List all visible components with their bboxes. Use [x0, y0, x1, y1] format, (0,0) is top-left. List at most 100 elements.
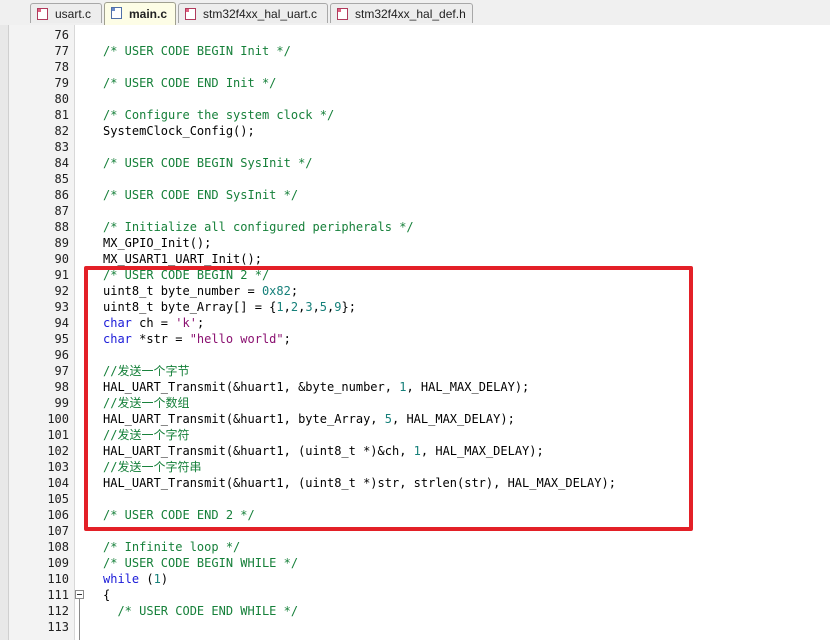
code-text: SystemClock_Config(); [103, 124, 255, 138]
code-line[interactable]: 107 [0, 523, 830, 539]
code-text: //发送一个数组 [103, 396, 190, 410]
code-line[interactable]: 92 uint8_t byte_number = 0x82; [0, 283, 830, 299]
code-text: char ch = 'k'; [103, 316, 205, 330]
line-number: 109 [47, 556, 69, 570]
code-line[interactable]: 83 [0, 139, 830, 155]
c-file-icon [185, 8, 196, 20]
line-number: 78 [54, 60, 69, 74]
line-number: 98 [54, 380, 69, 394]
code-line[interactable]: 109 /* USER CODE BEGIN WHILE */ [0, 555, 830, 571]
code-line[interactable]: 108 /* Infinite loop */ [0, 539, 830, 555]
code-line[interactable]: 104 HAL_UART_Transmit(&huart1, (uint8_t *… [0, 475, 830, 491]
code-line[interactable]: 111 { [0, 587, 830, 603]
code-text: /* USER CODE END 2 */ [103, 508, 255, 522]
line-number: 88 [54, 220, 69, 234]
code-line[interactable]: 88 /* Initialize all configured periphera… [0, 219, 830, 235]
code-line[interactable]: 101 //发送一个字符 [0, 427, 830, 443]
tab-stm32f4xx-hal-uart-c[interactable]: stm32f4xx_hal_uart.c [178, 3, 328, 23]
c-file-icon [111, 7, 122, 19]
line-number: 105 [47, 492, 69, 506]
code-line[interactable]: 103 //发送一个字符串 [0, 459, 830, 475]
code-text: while (1) [103, 572, 169, 586]
tab-label: stm32f4xx_hal_def.h [355, 7, 466, 21]
code-line[interactable]: 82 SystemClock_Config(); [0, 123, 830, 139]
line-number: 96 [54, 348, 69, 362]
line-number: 82 [54, 124, 69, 138]
code-line[interactable]: 105 [0, 491, 830, 507]
code-text: HAL_UART_Transmit(&huart1, (uint8_t *)st… [103, 476, 616, 490]
code-line[interactable]: 90 MX_USART1_UART_Init(); [0, 251, 830, 267]
code-editor[interactable]: 76 77 /* USER CODE BEGIN Init */ 78 79 /* USE… [0, 25, 830, 640]
code-line[interactable]: 80 [0, 91, 830, 107]
line-number: 99 [54, 396, 69, 410]
code-text: MX_USART1_UART_Init(); [103, 252, 262, 266]
code-text: MX_GPIO_Init(); [103, 236, 212, 250]
code-text: HAL_UART_Transmit(&huart1, &byte_number,… [103, 380, 530, 394]
line-number: 86 [54, 188, 69, 202]
code-text: //发送一个字符 [103, 428, 190, 442]
line-number: 111 [47, 588, 69, 602]
code-line[interactable]: 102 HAL_UART_Transmit(&huart1, (uint8_t *… [0, 443, 830, 459]
line-number: 87 [54, 204, 69, 218]
code-line[interactable]: 100 HAL_UART_Transmit(&huart1, byte_Array… [0, 411, 830, 427]
code-line[interactable]: 97 //发送一个字节 [0, 363, 830, 379]
line-number: 83 [54, 140, 69, 154]
line-number: 100 [47, 412, 69, 426]
line-number: 79 [54, 76, 69, 90]
line-number: 95 [54, 332, 69, 346]
code-text: { [103, 588, 111, 602]
line-number: 93 [54, 300, 69, 314]
tab-label: main.c [129, 7, 168, 21]
line-number: 77 [54, 44, 69, 58]
code-line[interactable]: 96 [0, 347, 830, 363]
code-line[interactable]: 93 uint8_t byte_Array[] = {1,2,3,5,9}; [0, 299, 830, 315]
code-line[interactable]: 99 //发送一个数组 [0, 395, 830, 411]
line-number: 102 [47, 444, 69, 458]
code-line[interactable]: 106 /* USER CODE END 2 */ [0, 507, 830, 523]
code-line[interactable]: 91 /* USER CODE BEGIN 2 */ [0, 267, 830, 283]
code-text: /* USER CODE END WHILE */ [103, 604, 299, 618]
line-number: 94 [54, 316, 69, 330]
code-text: HAL_UART_Transmit(&huart1, (uint8_t *)&c… [103, 444, 544, 458]
code-line[interactable]: 112 /* USER CODE END WHILE */ [0, 603, 830, 619]
code-text: /* USER CODE BEGIN Init */ [103, 44, 291, 58]
tab-stm32f4xx-hal-def-h[interactable]: stm32f4xx_hal_def.h [330, 3, 473, 23]
line-number: 80 [54, 92, 69, 106]
line-number: 106 [47, 508, 69, 522]
line-number: 107 [47, 524, 69, 538]
line-number: 91 [54, 268, 69, 282]
code-text: /* USER CODE BEGIN 2 */ [103, 268, 270, 282]
code-line[interactable]: 85 [0, 171, 830, 187]
code-text: /* Initialize all configured peripherals… [103, 220, 414, 234]
h-file-icon [337, 8, 348, 20]
line-number: 101 [47, 428, 69, 442]
code-text: //发送一个字符串 [103, 460, 202, 474]
c-file-icon [37, 8, 48, 20]
code-text: /* USER CODE BEGIN SysInit */ [103, 156, 313, 170]
code-line[interactable]: 78 [0, 59, 830, 75]
code-line[interactable]: 95 char *str = "hello world"; [0, 331, 830, 347]
file-tab-bar: usart.c main.c stm32f4xx_hal_uart.c stm3… [0, 0, 830, 26]
code-line[interactable]: 89 MX_GPIO_Init(); [0, 235, 830, 251]
code-line[interactable]: 84 /* USER CODE BEGIN SysInit */ [0, 155, 830, 171]
code-line[interactable]: 94 char ch = 'k'; [0, 315, 830, 331]
code-line[interactable]: 110 while (1) [0, 571, 830, 587]
tab-label: stm32f4xx_hal_uart.c [203, 7, 318, 21]
code-text: /* USER CODE END Init */ [103, 76, 277, 90]
code-text: uint8_t byte_Array[] = {1,2,3,5,9}; [103, 300, 356, 314]
tab-main-c[interactable]: main.c [104, 2, 176, 25]
tab-usart-c[interactable]: usart.c [30, 3, 102, 23]
code-line[interactable]: 113 [0, 619, 830, 635]
code-line[interactable]: 86 /* USER CODE END SysInit */ [0, 187, 830, 203]
code-line[interactable]: 79 /* USER CODE END Init */ [0, 75, 830, 91]
line-number: 90 [54, 252, 69, 266]
fold-collapse-icon[interactable] [75, 590, 84, 599]
tab-label: usart.c [55, 7, 92, 21]
code-line[interactable]: 76 [0, 27, 830, 43]
code-text: /* Infinite loop */ [103, 540, 241, 554]
line-number: 97 [54, 364, 69, 378]
code-line[interactable]: 87 [0, 203, 830, 219]
code-line[interactable]: 81 /* Configure the system clock */ [0, 107, 830, 123]
code-line[interactable]: 77 /* USER CODE BEGIN Init */ [0, 43, 830, 59]
code-line[interactable]: 98 HAL_UART_Transmit(&huart1, &byte_numbe… [0, 379, 830, 395]
